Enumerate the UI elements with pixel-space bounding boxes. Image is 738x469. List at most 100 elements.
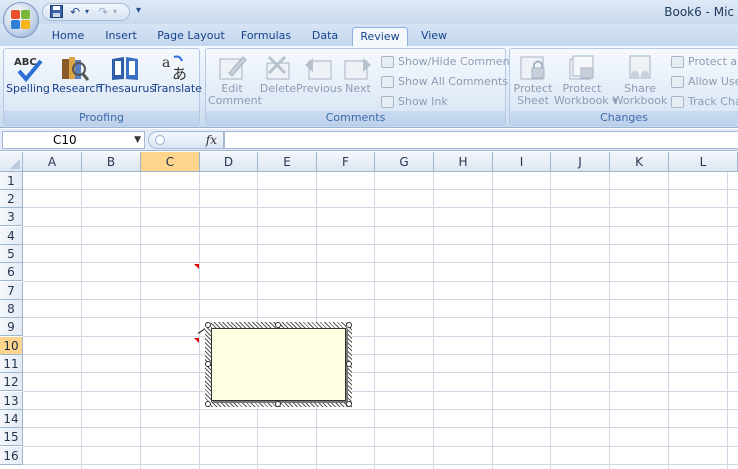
- comment-resize-handle[interactable]: [275, 322, 281, 328]
- grid-line: [23, 317, 738, 318]
- research-icon: [59, 53, 90, 83]
- translate-button[interactable]: aあ Translate: [152, 52, 202, 110]
- window-title: Book6 - Mic: [664, 5, 734, 19]
- grid-line: [550, 172, 551, 469]
- track-changes-button[interactable]: Track Char: [671, 94, 738, 110]
- row-header[interactable]: 3: [0, 208, 23, 226]
- office-button[interactable]: [3, 2, 39, 38]
- share-workbook-button[interactable]: Share Workbook: [612, 52, 668, 110]
- grid-line: [23, 354, 738, 355]
- research-button[interactable]: Research: [52, 52, 102, 110]
- quick-access-toolbar: ↶ ▾ ↷ ▾: [42, 3, 130, 21]
- svg-text:a: a: [162, 55, 170, 71]
- previous-comment-button[interactable]: Previous: [296, 52, 343, 110]
- row-header[interactable]: 14: [0, 410, 23, 428]
- formula-bar: C10 ▼ fx: [0, 129, 738, 151]
- tab-data[interactable]: Data: [304, 27, 346, 46]
- formula-input[interactable]: [224, 131, 738, 149]
- redo-dropdown-icon[interactable]: ▾: [111, 5, 119, 19]
- edit-comment-icon: [217, 53, 247, 83]
- tab-page-layout[interactable]: Page Layout: [154, 27, 228, 46]
- column-header[interactable]: E: [258, 152, 317, 172]
- comment-resize-handle[interactable]: [275, 401, 281, 407]
- select-all-button[interactable]: [0, 152, 23, 172]
- row-header[interactable]: 4: [0, 227, 23, 245]
- column-header[interactable]: G: [375, 152, 434, 172]
- previous-comment-icon: [303, 53, 333, 83]
- row-header[interactable]: 11: [0, 355, 23, 373]
- allow-users-button[interactable]: Allow User: [671, 74, 738, 90]
- grid-line: [23, 299, 738, 300]
- name-box-dropdown-icon[interactable]: ▼: [134, 132, 141, 148]
- delete-comment-icon: [263, 53, 293, 83]
- row-header[interactable]: 13: [0, 392, 23, 410]
- next-comment-button[interactable]: Next: [340, 52, 376, 110]
- insert-function-button[interactable]: fx: [206, 132, 217, 148]
- column-header[interactable]: F: [317, 152, 375, 172]
- grid-line: [23, 281, 738, 282]
- delete-comment-button[interactable]: Delete: [258, 52, 298, 110]
- grid-line: [492, 172, 493, 469]
- name-box[interactable]: C10 ▼: [2, 131, 145, 149]
- comment-resize-handle[interactable]: [346, 322, 352, 328]
- grid-line: [23, 336, 738, 337]
- comment-resize-handle[interactable]: [346, 401, 352, 407]
- column-header[interactable]: C: [141, 152, 200, 172]
- formula-bar-resize-handle[interactable]: [155, 135, 165, 145]
- comment-resize-handle[interactable]: [346, 361, 352, 367]
- grid-line: [23, 464, 738, 465]
- save-icon[interactable]: [49, 5, 63, 19]
- show-all-comments-button[interactable]: Show All Comments: [381, 74, 508, 90]
- column-header[interactable]: A: [23, 152, 82, 172]
- column-header[interactable]: L: [669, 152, 738, 172]
- comment-resize-handle[interactable]: [205, 361, 211, 367]
- row-header[interactable]: 2: [0, 190, 23, 208]
- spelling-button[interactable]: ABC Spelling: [6, 52, 50, 110]
- column-header[interactable]: B: [82, 152, 141, 172]
- column-header[interactable]: K: [610, 152, 669, 172]
- title-bar: ↶ ▾ ↷ ▾ ▾ Book6 - Mic: [0, 0, 738, 38]
- worksheet-grid[interactable]: A B C D E F G H I J K L 1 2 3 4 5 6 7 8 …: [0, 152, 738, 469]
- tab-view[interactable]: View: [414, 27, 454, 46]
- column-header[interactable]: D: [200, 152, 258, 172]
- row-header[interactable]: 10: [0, 337, 23, 355]
- ribbon-tab-bar: Home Insert Page Layout Formulas Data Re…: [0, 24, 738, 46]
- show-hide-comment-button[interactable]: Show/Hide Comment: [381, 54, 514, 70]
- formula-tools: fx: [148, 131, 224, 149]
- column-header[interactable]: J: [551, 152, 610, 172]
- comment-box[interactable]: [205, 322, 352, 407]
- undo-dropdown-icon[interactable]: ▾: [83, 5, 91, 19]
- protect-sheet-button[interactable]: Protect Sheet: [512, 52, 554, 110]
- thesaurus-button[interactable]: Thesaurus: [98, 52, 155, 110]
- office-logo-icon: [11, 10, 31, 30]
- column-header[interactable]: H: [434, 152, 493, 172]
- tab-insert[interactable]: Insert: [98, 27, 144, 46]
- tab-formulas[interactable]: Formulas: [238, 27, 294, 46]
- column-header[interactable]: I: [493, 152, 551, 172]
- tab-home[interactable]: Home: [46, 27, 90, 46]
- comment-text-area[interactable]: [211, 328, 346, 401]
- row-header[interactable]: 12: [0, 373, 23, 391]
- comment-indicator-c10: [194, 338, 199, 343]
- row-header[interactable]: 5: [0, 245, 23, 263]
- edit-comment-button[interactable]: Edit Comment: [208, 52, 262, 110]
- row-header[interactable]: 8: [0, 300, 23, 318]
- row-header[interactable]: 9: [0, 318, 23, 336]
- tab-review[interactable]: Review: [352, 27, 408, 46]
- grid-line: [23, 446, 738, 447]
- comment-resize-handle[interactable]: [205, 401, 211, 407]
- row-header[interactable]: 15: [0, 428, 23, 446]
- show-ink-button[interactable]: Show Ink: [381, 94, 448, 110]
- row-header[interactable]: 6: [0, 263, 23, 281]
- redo-icon[interactable]: ↷: [95, 5, 111, 19]
- row-header[interactable]: 16: [0, 447, 23, 465]
- protect-workbook-button[interactable]: Protect Workbook ▾: [554, 52, 618, 110]
- comment-resize-handle[interactable]: [205, 322, 211, 328]
- protect-and-share-button[interactable]: Protect and: [671, 54, 738, 70]
- row-header[interactable]: 7: [0, 282, 23, 300]
- grid-line: [140, 172, 141, 469]
- undo-icon[interactable]: ↶: [67, 5, 83, 19]
- customize-qat-button[interactable]: ▾: [136, 5, 141, 16]
- row-header[interactable]: 1: [0, 172, 23, 190]
- comments-group: Edit Comment Delete Previous Next Show/H…: [205, 48, 514, 126]
